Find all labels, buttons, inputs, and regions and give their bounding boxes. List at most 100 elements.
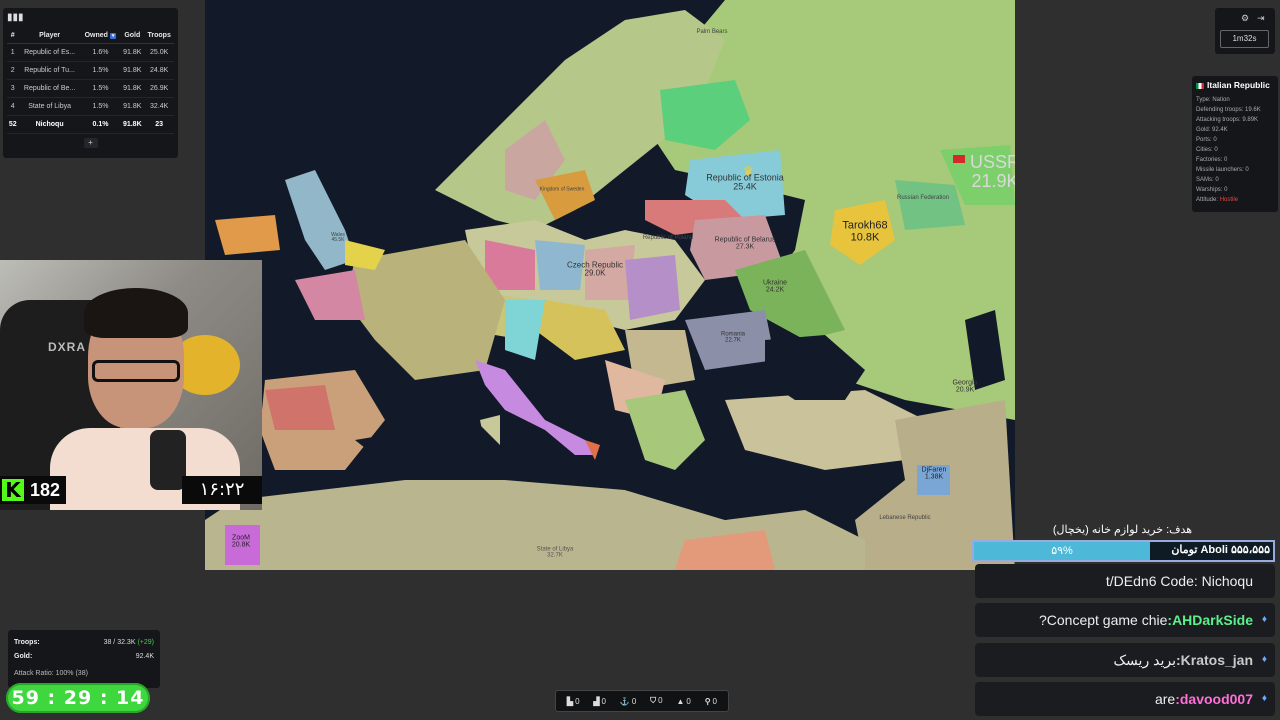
nation-ports: Ports: 0 <box>1196 137 1217 143</box>
viewer-count: 182 <box>30 479 61 500</box>
chat-message: t/DEdn6 Code: Nichoqu <box>975 564 1275 598</box>
sam-launcher-icon[interactable]: ⚲ 0 <box>705 697 717 706</box>
nation-troops: 10.8K <box>850 231 880 243</box>
nation-troops: 27.3K <box>735 244 755 251</box>
chat-username: :AHDarkSide <box>1167 612 1253 628</box>
kick-logo-icon: K <box>2 479 24 501</box>
owned-cell: 0.1% <box>80 115 121 134</box>
expand-leaderboard-button[interactable]: + <box>83 138 98 148</box>
nation-name: Ukraine <box>762 279 788 287</box>
table-row-self[interactable]: 52 Nichoqu 0.1% 91.8K 23 <box>7 115 174 134</box>
map-label-sweden: Kingdom of Sweden <box>540 187 585 193</box>
table-row[interactable]: 3 Republic of Be... 1.5% 91.8K 26.9K <box>7 79 174 98</box>
troops-row: Troops: 38 / 32.3K (+29) <box>14 636 154 650</box>
sam-count: 0 <box>712 696 717 706</box>
port-icon[interactable]: ⚓ 0 <box>620 697 636 706</box>
leaderboard-panel: ▮▮▮ # Player Owned ▾ Gold Troops 1 Repub… <box>3 8 178 158</box>
attitude-value: Hostile <box>1219 197 1239 203</box>
city-glyph: ▙ <box>566 696 574 706</box>
gem-badge-icon: ♦ <box>1261 654 1267 665</box>
nation-troops: 45.5K <box>331 237 345 243</box>
exit-icon[interactable]: ⇥ <box>1257 13 1265 24</box>
owned-cell: 1.6% <box>80 43 121 62</box>
rank-cell: 52 <box>7 115 19 134</box>
build-toolbar: ▙ 0 ▟ 0 ⚓ 0 ⛉ 0 ▲ 0 ⚲ 0 <box>555 690 729 712</box>
gem-badge-icon: ♦ <box>1261 693 1267 704</box>
chat-text: ?Concept game chie <box>1038 612 1168 628</box>
nation-troops: 1.38K <box>924 474 944 481</box>
rank-cell: 3 <box>7 79 19 98</box>
map-label-wales: Wales 45.5K <box>331 232 345 244</box>
streamer-hair <box>84 288 188 338</box>
nation-troops: 32.7K <box>547 553 563 559</box>
map-label-romania: Romania 22.7K <box>721 332 745 345</box>
sort-icon[interactable]: ▾ <box>109 33 117 39</box>
gold-row: Gold: 92.4K <box>14 650 154 664</box>
chair-brand-logo: DXRA <box>48 340 87 354</box>
col-player[interactable]: Player <box>18 28 81 44</box>
nation-title: Italian Republic <box>1196 80 1274 90</box>
map-label-poland: Republic of Poland <box>643 235 693 241</box>
rank-cell: 4 <box>7 97 19 116</box>
nation-troops: 21.9K <box>971 171 1015 191</box>
nation-sams: SAMs: 0 <box>1196 177 1219 183</box>
streamer-glasses <box>92 360 180 382</box>
nation-name: Tarokh68 <box>842 219 888 232</box>
nation-name: Russian Federation <box>896 194 950 201</box>
nation-attacking-troops: Attacking troops: 9.89K <box>1196 117 1259 123</box>
owned-cell: 1.5% <box>80 61 121 80</box>
nation-type: Type: Nation <box>1196 97 1230 103</box>
missile-silo-icon[interactable]: ▲ 0 <box>676 697 690 706</box>
factory-count: 0 <box>601 696 606 706</box>
table-row[interactable]: 1 Republic of Es... 1.6% 91.8K 25.0K <box>7 43 174 62</box>
gold-cell: 91.8K <box>120 115 145 134</box>
col-owned[interactable]: Owned ▾ <box>80 28 121 44</box>
defense-post-icon[interactable]: ⛉ 0 <box>650 696 662 706</box>
attack-ratio[interactable]: Attack Ratio: 100% (38) <box>14 670 154 677</box>
player-cell: Republic of Tu... <box>18 61 81 80</box>
map-label-ukraine: Ukraine 24.2K <box>763 280 787 295</box>
map-label-estonia: Republic of Estonia 25.4K <box>706 173 784 193</box>
gem-badge-icon: ♦ <box>1261 614 1267 625</box>
settings-gear-icon[interactable]: ⚙ <box>1241 13 1249 24</box>
troops-cell: 25.0K <box>144 43 174 62</box>
nation-troops: 22.7K <box>725 338 741 344</box>
nation-troops: 20.9K <box>955 387 975 394</box>
troops-value-group: 38 / 32.3K (+29) <box>104 636 154 650</box>
city-icon[interactable]: ▙ 0 <box>567 697 580 706</box>
leaderboard-icon[interactable]: ▮▮▮ <box>7 12 174 28</box>
top-controls-panel: ⚙ ⇥ 1m32s <box>1215 8 1275 54</box>
map-label-ussr: USSR 21.9K <box>970 153 1015 191</box>
map-label-palm-bears: Palm Bears <box>696 29 727 35</box>
map-label-djfaren: DjFaren 1.38K <box>922 467 947 482</box>
gold-cell: 91.8K <box>120 97 145 116</box>
defense-count: 0 <box>658 696 663 705</box>
chat-username: :davood007 <box>1175 691 1253 707</box>
factory-glyph: ▟ <box>593 696 600 706</box>
col-troops[interactable]: Troops <box>144 28 174 44</box>
nation-name: Georgia <box>952 379 978 387</box>
troops-cell: 24.8K <box>144 61 174 80</box>
nation-name: ZooM <box>232 534 250 542</box>
rank-cell: 1 <box>7 43 19 62</box>
map-label-georgia: Georgia 20.9K <box>953 380 978 395</box>
map-terrain[interactable]: ♛ <box>205 0 1015 570</box>
player-cell: Nichoqu <box>18 115 81 134</box>
factory-icon[interactable]: ▟ 0 <box>593 697 606 706</box>
nation-name: DjFaren <box>921 466 947 474</box>
nation-name: Lebanese Republic <box>879 514 931 521</box>
game-map[interactable]: ♛ USSR 21.9K Tarokh68 10.8K Republic of … <box>205 0 1015 570</box>
troops-cell: 26.9K <box>144 79 174 98</box>
map-label-lebanon: Lebanese Republic <box>879 515 930 521</box>
gold-cell: 91.8K <box>120 43 145 62</box>
troops-cell: 32.4K <box>144 97 174 116</box>
table-row[interactable]: 2 Republic of Tu... 1.5% 91.8K 24.8K <box>7 61 174 80</box>
nation-troops: 24.2K <box>765 287 785 294</box>
stream-countdown-timer: 59 : 29 : 14 <box>6 683 150 713</box>
table-row[interactable]: 4 State of Libya 1.5% 91.8K 32.4K <box>7 97 174 116</box>
chat-message: ?Concept game chie:AHDarkSide ♦ <box>975 603 1275 637</box>
col-gold[interactable]: Gold <box>120 28 145 44</box>
game-timer: 1m32s <box>1220 30 1269 48</box>
nation-title-text: Italian Republic <box>1207 80 1270 90</box>
chat-text: are <box>1154 691 1176 707</box>
